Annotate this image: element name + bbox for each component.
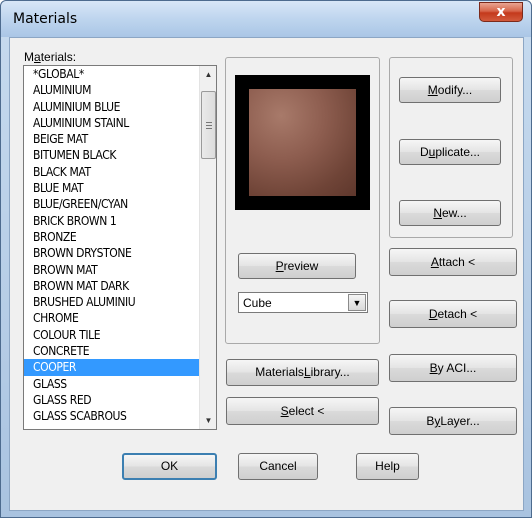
cancel-button[interactable]: Cancel <box>238 453 318 480</box>
duplicate-button[interactable]: Duplicate... <box>399 139 501 165</box>
list-item[interactable]: BLUE MAT <box>24 180 200 196</box>
list-item[interactable]: BEIGE MAT <box>24 131 200 147</box>
scrollbar-thumb[interactable] <box>201 91 216 159</box>
by-aci-button[interactable]: By ACI... <box>389 354 517 382</box>
modify-button[interactable]: Modify... <box>399 77 501 103</box>
list-item[interactable]: BROWN MAT DARK <box>24 278 200 294</box>
scroll-down-arrow-icon[interactable]: ▼ <box>200 412 216 429</box>
list-item[interactable]: BLUE/GREEN/CYAN <box>24 196 200 212</box>
preview-button[interactable]: Preview <box>238 253 356 279</box>
label-accelerator: N <box>433 206 442 220</box>
list-item[interactable]: BROWN DRYSTONE <box>24 245 200 261</box>
label-accelerator: M <box>427 83 438 97</box>
detach-button[interactable]: Detach < <box>389 300 517 328</box>
label-part: etach < <box>437 307 478 321</box>
material-preview <box>235 75 370 210</box>
list-item[interactable]: CONCRETE <box>24 343 200 359</box>
select-button[interactable]: Select < <box>226 397 379 425</box>
preview-shape-value: Cube <box>243 296 272 310</box>
list-item[interactable]: GLASS RED <box>24 392 200 408</box>
list-item[interactable]: ALUMINIUM STAINL <box>24 115 200 131</box>
label-accelerator: D <box>428 307 438 321</box>
materials-label-part: terials: <box>40 50 77 64</box>
label-part: ttach < <box>438 255 476 269</box>
list-item[interactable]: GLASS SCABROUS <box>24 408 200 424</box>
list-item[interactable]: ALUMINIUM <box>24 82 200 98</box>
preview-shape-select[interactable]: Cube ▼ <box>238 292 368 313</box>
label-part: review <box>283 259 319 273</box>
label-part: ew... <box>441 206 467 220</box>
label-accelerator: S <box>280 404 289 418</box>
label-part: D <box>419 145 429 159</box>
new-button[interactable]: New... <box>399 200 501 226</box>
grip-line <box>206 122 212 123</box>
label-part: ibrary... <box>310 365 350 379</box>
ok-button[interactable]: OK <box>122 453 217 480</box>
help-button[interactable]: Help <box>356 453 419 480</box>
attach-button[interactable]: Attach < <box>389 248 517 276</box>
label-part: Layer... <box>440 414 480 428</box>
list-item[interactable]: BLACK MAT <box>24 164 200 180</box>
materials-list-items: *GLOBAL* ALUMINIUM ALUMINIUM BLUE ALUMINIUM… <box>24 66 200 425</box>
scroll-up-arrow-icon[interactable]: ▲ <box>200 66 216 83</box>
list-item[interactable]: CHROME <box>24 310 200 326</box>
label-accelerator: L <box>303 365 311 379</box>
list-item[interactable]: BRONZE <box>24 229 200 245</box>
materials-library-button[interactable]: Materials Library... <box>226 359 379 386</box>
label-part: odify... <box>437 83 473 97</box>
label-part: plicate... <box>435 145 481 159</box>
list-item[interactable]: COOPER <box>24 359 200 376</box>
title-bar[interactable]: Materials x <box>1 1 531 37</box>
label-accelerator: P <box>275 259 284 273</box>
chevron-down-icon[interactable]: ▼ <box>348 294 366 311</box>
materials-listbox[interactable]: *GLOBAL* ALUMINIUM ALUMINIUM BLUE ALUMINIUM… <box>23 65 217 430</box>
grip-line <box>206 128 212 129</box>
list-item[interactable]: GLASS <box>24 376 200 392</box>
list-item[interactable]: BRUSHED ALUMINIU <box>24 294 200 310</box>
label-accelerator: u <box>428 145 436 159</box>
label-accelerator: B <box>429 361 438 375</box>
list-item[interactable]: *GLOBAL* <box>24 66 200 82</box>
list-item[interactable]: BRICK BROWN 1 <box>24 213 200 229</box>
grip-line <box>206 125 212 126</box>
materials-list-label: Materials: <box>24 50 76 64</box>
list-item[interactable]: COLOUR TILE <box>24 327 200 343</box>
list-item[interactable]: BROWN MAT <box>24 262 200 278</box>
label-accelerator: A <box>430 255 439 269</box>
close-button[interactable]: x <box>479 2 523 22</box>
material-preview-swatch <box>249 89 356 196</box>
by-layer-button[interactable]: By Layer... <box>389 407 517 435</box>
list-vertical-scrollbar[interactable]: ▲ ▼ <box>199 66 216 429</box>
materials-label-part: M <box>24 50 34 64</box>
materials-label-accelerator: a <box>34 50 41 64</box>
label-part: y ACI... <box>437 361 477 375</box>
list-item[interactable]: BITUMEN BLACK <box>24 147 200 163</box>
list-item[interactable]: ALUMINIUM BLUE <box>24 99 200 115</box>
label-part: Materials <box>255 365 304 379</box>
window-title: Materials <box>13 11 78 27</box>
label-part: elect < <box>288 404 325 418</box>
